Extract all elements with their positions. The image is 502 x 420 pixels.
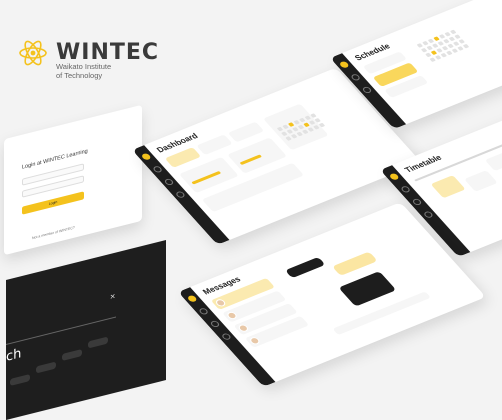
- nav-chat-icon[interactable]: [411, 197, 423, 207]
- avatar: [248, 336, 262, 346]
- schedule-calendar: [416, 29, 470, 62]
- atom-logo-icon: [18, 38, 48, 68]
- nav-home-icon[interactable]: [388, 172, 400, 181]
- nav-calendar-icon[interactable]: [349, 73, 362, 82]
- mockup-stage: WINTEC Waikato Institute of Technology L…: [0, 0, 502, 420]
- nav-settings-icon[interactable]: [422, 210, 435, 219]
- message-bubble: [332, 251, 378, 276]
- brand-subtitle: Waikato Institute of Technology: [56, 62, 112, 80]
- avatar: [225, 310, 239, 321]
- nav-calendar-icon[interactable]: [399, 185, 412, 194]
- login-panel: Login at WINTEC Learning Login Not a mem…: [4, 104, 142, 256]
- stat-card[interactable]: [227, 121, 265, 143]
- mini-calendar: [276, 113, 326, 141]
- nav-home-icon[interactable]: [338, 60, 350, 69]
- timetable-slot[interactable]: [430, 175, 466, 199]
- nav-settings-icon[interactable]: [174, 190, 187, 199]
- message-bubble: [284, 256, 326, 279]
- filter-chip[interactable]: [10, 373, 30, 386]
- avatar: [236, 323, 250, 333]
- nav-chat-icon[interactable]: [209, 319, 221, 329]
- search-panel: × ch: [6, 240, 166, 420]
- login-footer: Not a member of WINTEC?: [32, 225, 75, 241]
- brand-name: WINTEC: [56, 40, 160, 65]
- filter-chip[interactable]: [62, 348, 82, 361]
- nav-calendar-icon[interactable]: [197, 307, 210, 316]
- timetable-slot[interactable]: [464, 170, 498, 192]
- search-query[interactable]: ch: [6, 346, 21, 365]
- nav-home-icon[interactable]: [186, 294, 198, 303]
- nav-home-icon[interactable]: [140, 152, 152, 161]
- close-icon[interactable]: ×: [110, 291, 115, 302]
- course-progress: [239, 154, 263, 166]
- filter-chip[interactable]: [36, 361, 56, 374]
- filter-chip[interactable]: [88, 336, 108, 349]
- stat-card[interactable]: [196, 134, 233, 156]
- nav-settings-icon[interactable]: [220, 332, 233, 341]
- nav-calendar-icon[interactable]: [151, 165, 164, 174]
- nav-chat-icon[interactable]: [361, 85, 373, 95]
- course-progress: [191, 170, 222, 185]
- timetable-slot[interactable]: [484, 151, 502, 172]
- nav-chat-icon[interactable]: [163, 177, 175, 187]
- message-bubble: [338, 271, 397, 307]
- avatar: [214, 298, 228, 308]
